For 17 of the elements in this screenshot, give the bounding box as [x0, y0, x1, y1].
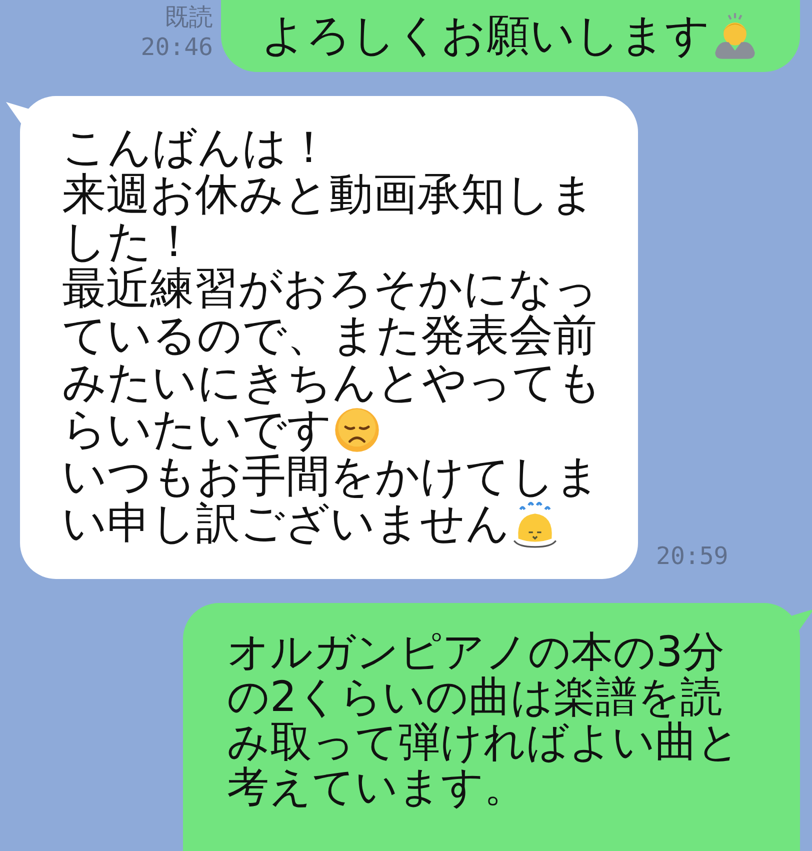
message-text: ているので、また発表会前 [62, 312, 597, 359]
message-text: み取って弾ければよい曲と [227, 719, 740, 764]
timestamp: 20:59 [656, 541, 728, 571]
message-text: い申し訳ございません [62, 500, 510, 547]
message-text: した！ [62, 218, 196, 265]
message-text: みたいにきちんとやっても [62, 359, 602, 406]
message-text: 来週お休みと動画承知しま [62, 171, 595, 218]
message-text: オルガンピアノの本の3分 [227, 629, 725, 674]
message-text: 考えています。 [227, 764, 526, 809]
timestamp: 20:46 [140, 32, 213, 62]
message-text: よろしくお願いします [261, 12, 710, 59]
message-text: 最近練習がおろそかになっ [62, 265, 598, 312]
message-text: の2くらいの曲は楽譜を読 [227, 674, 723, 719]
message-text: いつもお手間をかけてしま [62, 453, 600, 500]
message-text: こんばんは！ [62, 124, 331, 171]
read-receipt: 既読 [165, 2, 213, 32]
message-text: らいたいです [62, 406, 332, 453]
